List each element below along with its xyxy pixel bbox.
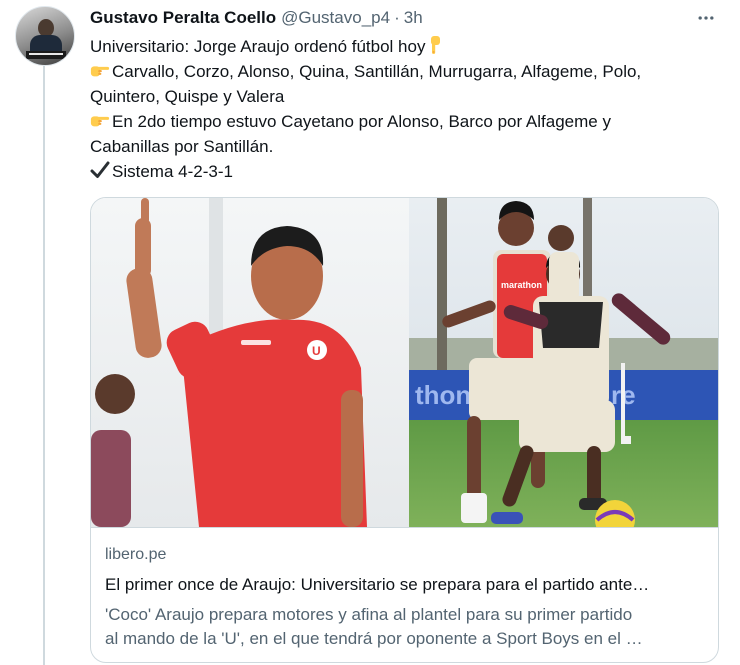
avatar-banner xyxy=(26,51,66,59)
tweet-line-text: En 2do tiempo estuvo Cayetano por Alonso… xyxy=(112,112,611,131)
tweet-text: Universitario: Jorge Araujo ordenó fútbo… xyxy=(90,34,720,184)
card-description-line: 'Coco' Araujo prepara motores y afina al… xyxy=(105,605,633,624)
svg-text:U: U xyxy=(312,344,321,358)
pointing-down-hand-emoji xyxy=(431,36,441,54)
card-title: El primer once de Araujo: Universitario … xyxy=(105,575,650,594)
training-photo: thon re U xyxy=(91,198,718,527)
link-card[interactable]: thon re U xyxy=(90,197,719,663)
tweet-line-text: Carvallo, Corzo, Alonso, Quina, Santillá… xyxy=(112,62,642,81)
avatar[interactable] xyxy=(15,6,75,66)
tweet-header: Gustavo Peralta Coello @Gustavo_p4 · 3h xyxy=(90,7,423,29)
card-meta[interactable]: libero.pe El primer once de Araujo: Univ… xyxy=(91,527,718,662)
card-description-line: al mando de la 'U', en el que tendrá por… xyxy=(105,629,643,648)
tweet-line: En 2do tiempo estuvo Cayetano por Alonso… xyxy=(90,109,720,134)
tweet-line-text: Sistema 4-2-3-1 xyxy=(112,162,233,181)
separator-dot: · xyxy=(394,8,400,27)
more-options-icon xyxy=(698,16,714,20)
card-domain: libero.pe xyxy=(105,546,167,563)
tweet-line-text: Universitario: Jorge Araujo ordenó fútbo… xyxy=(90,37,426,56)
tweet-line: Cabanillas por Santillán. xyxy=(90,134,720,159)
check-mark-emoji xyxy=(90,161,110,178)
thread-line xyxy=(43,62,45,665)
card-image[interactable]: thon re U xyxy=(91,198,718,527)
card-description: 'Coco' Araujo prepara motores y afina al… xyxy=(105,603,705,651)
svg-text:thon: thon xyxy=(415,380,471,410)
tweet-line-text: Quintero, Quispe y Valera xyxy=(90,87,285,106)
more-options-button[interactable] xyxy=(694,7,718,29)
tweet-line: Universitario: Jorge Araujo ordenó fútbo… xyxy=(90,34,720,59)
tweet-line-text: Cabanillas por Santillán. xyxy=(90,137,274,156)
author-handle[interactable]: @Gustavo_p4 xyxy=(281,8,390,28)
tweet-line: Quintero, Quispe y Valera xyxy=(90,84,720,109)
pointing-right-hand-emoji xyxy=(90,66,110,77)
svg-text:marathon: marathon xyxy=(501,280,542,290)
tweet-line: Sistema 4-2-3-1 xyxy=(90,159,720,184)
author-name[interactable]: Gustavo Peralta Coello xyxy=(90,8,276,28)
tweet-line: Carvallo, Corzo, Alonso, Quina, Santillá… xyxy=(90,59,720,84)
tweet-time[interactable]: 3h xyxy=(404,8,423,28)
pointing-right-hand-emoji xyxy=(90,116,110,127)
